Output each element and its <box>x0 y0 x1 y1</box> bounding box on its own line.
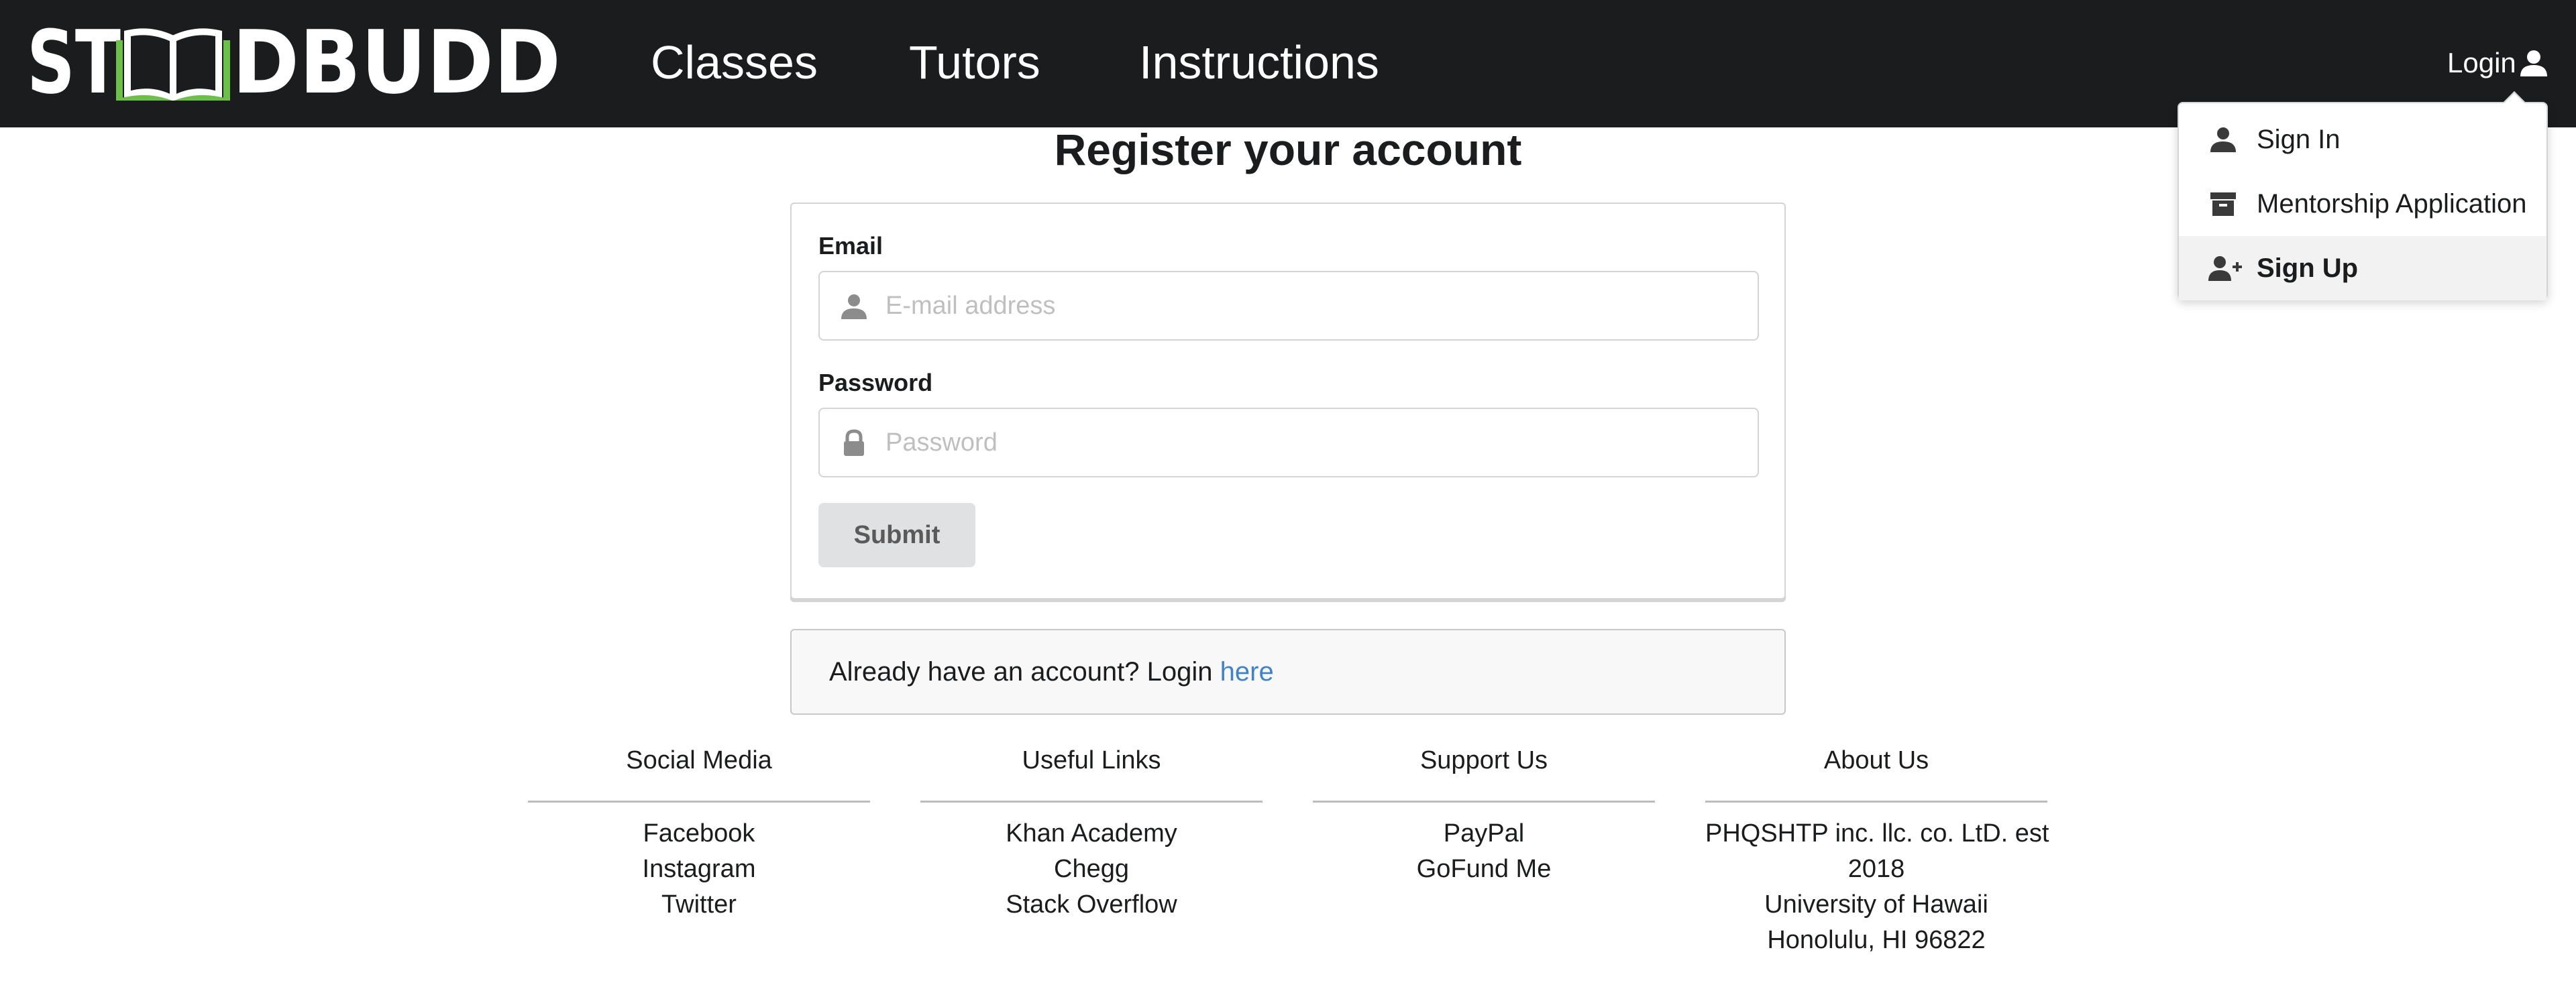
password-label: Password <box>818 369 933 396</box>
about-university: University of Hawaii <box>1764 890 1988 919</box>
book-icon <box>116 28 230 101</box>
footer-column-social-media: Social Media Facebook Instagram Twitter <box>528 740 870 923</box>
email-field[interactable] <box>884 272 1750 339</box>
footer-heading: Social Media <box>626 746 772 774</box>
footer-heading: About Us <box>1823 746 1929 774</box>
footer-link-gofund-me[interactable]: GoFund Me <box>1313 852 1655 887</box>
register-form: Email Password Submit <box>790 202 1786 599</box>
footer-heading: Useful Links <box>1022 746 1161 774</box>
login-prompt-text: Already have an account? Login <box>829 657 1220 687</box>
footer-column-useful-links: Useful Links Khan Academy Chegg Stack Ov… <box>920 740 1263 923</box>
footer-heading: Support Us <box>1419 746 1548 774</box>
email-field-wrapper <box>818 271 1759 341</box>
footer-divider <box>920 801 1263 803</box>
lock-icon <box>844 429 864 456</box>
archive-icon <box>2210 192 2236 216</box>
login-dropdown-menu: Sign In Mentorship Application Sign Up <box>2178 102 2548 300</box>
svg-text:DBUDD: DBUDD <box>232 20 561 101</box>
password-field[interactable] <box>884 409 1750 476</box>
menu-item-mentorship-application[interactable]: Mentorship Application <box>2179 172 2546 236</box>
email-label: Email <box>818 232 883 259</box>
menu-item-sign-up[interactable]: Sign Up <box>2179 236 2546 300</box>
menu-item-label: Sign Up <box>2257 253 2359 283</box>
nav-tutors[interactable]: Tutors <box>909 32 1040 93</box>
footer-link-chegg[interactable]: Chegg <box>920 852 1263 887</box>
user-icon <box>2520 50 2547 76</box>
page-title: Register your account <box>1054 125 1522 174</box>
footer-divider <box>1705 801 2047 803</box>
studbudd-logo[interactable]: ST DBUDD <box>27 20 564 101</box>
user-icon <box>841 294 867 319</box>
add-user-icon <box>2208 256 2242 281</box>
login-here-link[interactable]: here <box>1220 657 1274 687</box>
password-field-wrapper <box>818 408 1759 477</box>
footer-link-khan-academy[interactable]: Khan Academy <box>920 816 1263 852</box>
login-prompt-message: Already have an account? Login here <box>790 629 1786 715</box>
svg-text:ST: ST <box>27 20 121 101</box>
footer-link-twitter[interactable]: Twitter <box>528 887 870 923</box>
footer-link-facebook[interactable]: Facebook <box>528 816 870 852</box>
about-address: Honolulu, HI 96822 <box>1767 926 1986 954</box>
nav-classes[interactable]: Classes <box>651 32 818 93</box>
footer-column-about-us: About Us PHQSHTP inc. llc. co. LtD. est … <box>1705 740 2049 958</box>
footer-link-instagram[interactable]: Instagram <box>528 852 870 887</box>
footer-divider <box>1313 801 1655 803</box>
menu-item-sign-in[interactable]: Sign In <box>2179 107 2546 172</box>
nav-instructions[interactable]: Instructions <box>1139 32 1379 93</box>
user-icon <box>2210 127 2236 152</box>
footer-column-support-us: Support Us PayPal GoFund Me <box>1313 740 1655 887</box>
login-label: Login <box>2447 47 2516 78</box>
submit-button[interactable]: Submit <box>818 503 975 567</box>
footer-link-stack-overflow[interactable]: Stack Overflow <box>920 887 1263 923</box>
menu-item-label: Sign In <box>2257 124 2341 154</box>
login-menu-trigger[interactable]: Login <box>2447 43 2550 83</box>
about-established-year: 2018 <box>1847 855 1905 883</box>
footer-link-paypal[interactable]: PayPal <box>1313 816 1655 852</box>
footer-divider <box>528 801 870 803</box>
menu-item-label: Mentorship Application <box>2257 188 2527 219</box>
about-company-name: PHQSHTP inc. llc. co. LtD. est <box>1705 819 2049 848</box>
